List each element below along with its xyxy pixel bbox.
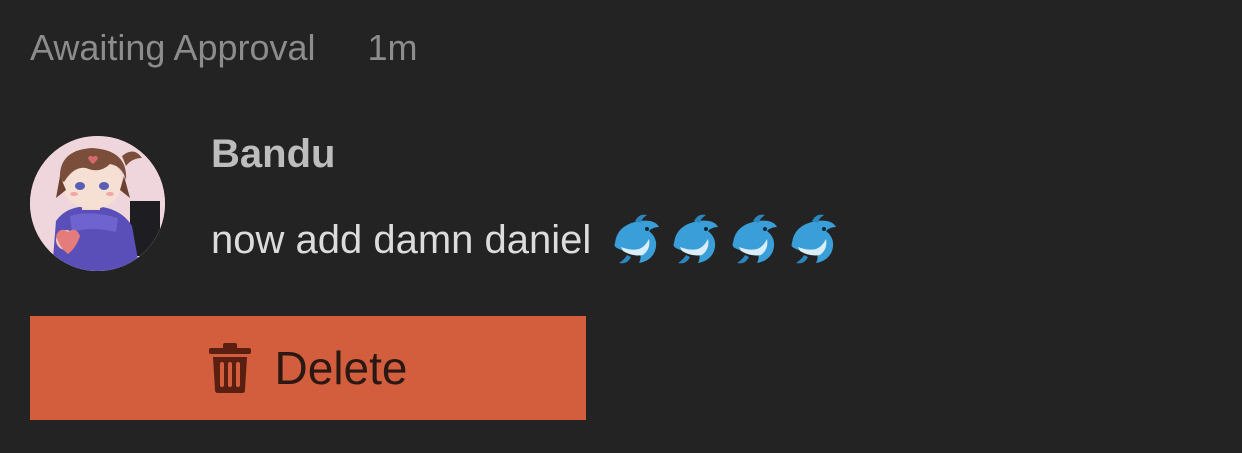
post-author: Bandu — [211, 132, 336, 176]
post-text: now add damn daniel — [211, 217, 592, 262]
delete-button[interactable]: Delete — [30, 316, 586, 420]
timestamp: 1m — [367, 27, 418, 68]
emoji-row — [609, 213, 845, 267]
avatar[interactable] — [30, 136, 165, 271]
dolphin-emoji — [673, 214, 719, 264]
approval-status-row: Awaiting Approval 1m — [30, 26, 418, 70]
avatar-image — [30, 136, 165, 271]
status-label: Awaiting Approval — [30, 27, 316, 68]
dolphin-emoji — [791, 214, 837, 264]
post-message: now add damn daniel — [211, 212, 845, 268]
delete-button-label: Delete — [274, 342, 408, 394]
dolphin-emoji — [732, 214, 778, 264]
dolphin-emoji — [614, 214, 660, 264]
trash-icon — [208, 343, 251, 393]
